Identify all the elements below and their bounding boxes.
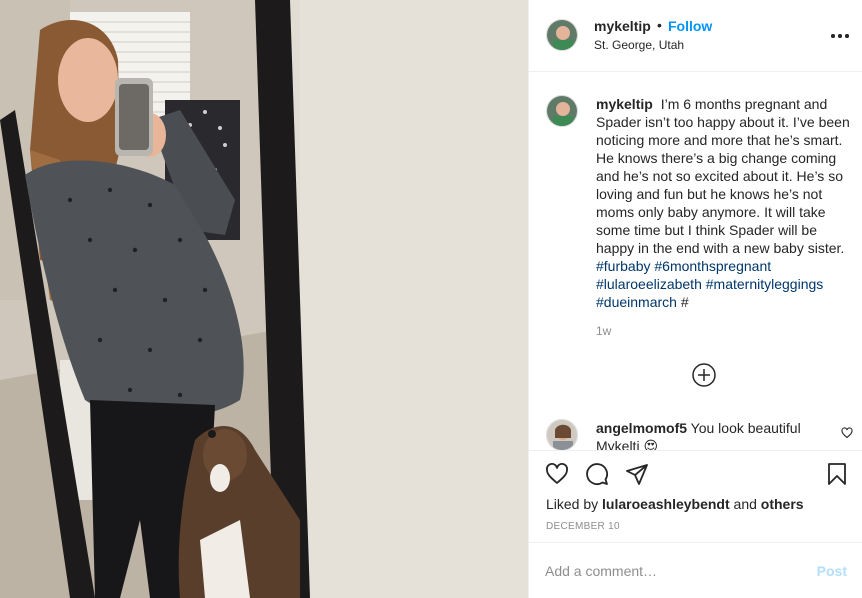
hashtag-trailing: # — [680, 294, 689, 310]
more-options-icon[interactable] — [831, 34, 849, 38]
post-side-panel: mykeltip • Follow St. George, Utah mykel… — [528, 0, 862, 598]
post-location[interactable]: St. George, Utah — [594, 38, 684, 52]
mirror-selfie-image — [0, 0, 528, 598]
post-photo[interactable] — [0, 0, 528, 598]
caption-time-ago[interactable]: 1w — [596, 324, 611, 338]
follow-button[interactable]: Follow — [668, 18, 712, 34]
share-icon[interactable] — [625, 462, 649, 486]
comment-icon[interactable] — [585, 462, 609, 486]
hashtag-link[interactable]: #furbaby — [596, 258, 650, 274]
author-username[interactable]: mykeltip — [594, 18, 651, 34]
caption-hashtags: #furbaby #6monthspregnant #lularoeelizab… — [596, 258, 823, 310]
add-comment-input[interactable] — [545, 561, 785, 581]
author-avatar[interactable] — [546, 19, 578, 51]
caption-avatar[interactable] — [546, 95, 578, 127]
hashtag-link[interactable]: #6monthspregnant — [654, 258, 771, 274]
heart-icon[interactable] — [545, 462, 569, 486]
hashtag-link[interactable]: #dueinmarch — [596, 294, 677, 310]
comment-like-heart-icon[interactable] — [841, 427, 853, 439]
caption-text: I’m 6 months pregnant and Spader isn’t t… — [596, 96, 850, 256]
commenter-avatar[interactable] — [546, 419, 578, 450]
liked-by-and: and — [733, 496, 757, 512]
load-more-comments-icon[interactable] — [692, 363, 716, 387]
comment-item: angelmomof5 You look beautiful Mykelti 😍 — [596, 419, 836, 450]
caption-username[interactable]: mykeltip — [596, 96, 653, 112]
post-caption: mykeltip I’m 6 months pregnant and Spade… — [596, 95, 851, 311]
liked-by-others[interactable]: others — [761, 496, 804, 512]
separator-dot: • — [657, 17, 662, 33]
bookmark-icon[interactable] — [825, 462, 849, 486]
liked-by-user[interactable]: lularoeashleybendt — [602, 496, 730, 512]
post-header: mykeltip • Follow St. George, Utah — [529, 0, 862, 72]
liked-by-prefix: Liked by — [546, 496, 599, 512]
liked-by-line: Liked by lularoeashleybendt and others — [546, 496, 804, 512]
post-date[interactable]: DECEMBER 10 — [546, 521, 620, 532]
add-comment-bar: Post — [529, 542, 862, 598]
hashtag-link[interactable]: #lularoeelizabeth — [596, 276, 702, 292]
hashtag-link[interactable]: #maternityleggings — [706, 276, 824, 292]
post-actions: Liked by lularoeashleybendt and others D… — [529, 450, 862, 542]
comment-username[interactable]: angelmomof5 — [596, 420, 687, 436]
comments-area[interactable]: mykeltip I’m 6 months pregnant and Spade… — [529, 72, 862, 450]
post-comment-button[interactable]: Post — [817, 563, 847, 579]
